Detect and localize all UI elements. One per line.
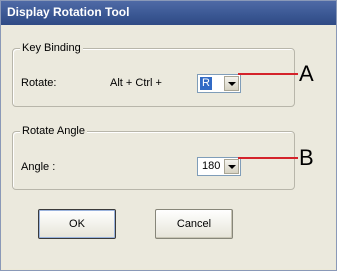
- dialog-window: Display Rotation Tool Key Binding Rotate…: [0, 0, 337, 271]
- callout-a-line: [238, 73, 298, 75]
- angle-select-value: 180: [202, 160, 221, 172]
- ok-button[interactable]: OK: [38, 209, 116, 239]
- window-title: Display Rotation Tool: [7, 5, 130, 19]
- angle-label: Angle :: [21, 161, 56, 173]
- key-binding-legend: Key Binding: [20, 41, 83, 55]
- key-select[interactable]: R: [197, 74, 241, 93]
- chevron-down-icon[interactable]: [224, 159, 239, 174]
- callout-a-label: A: [299, 61, 314, 86]
- key-select-value: R: [200, 77, 212, 90]
- rotate-label: Rotate:: [21, 77, 57, 89]
- callout-b-label: B: [299, 145, 314, 170]
- key-binding-group: Key Binding Rotate: Alt + Ctrl + R: [12, 41, 295, 107]
- modifier-keys-label: Alt + Ctrl +: [110, 77, 162, 89]
- cancel-button[interactable]: Cancel: [155, 209, 233, 239]
- rotate-angle-legend: Rotate Angle: [20, 124, 87, 138]
- angle-select[interactable]: 180: [197, 157, 241, 176]
- title-bar[interactable]: Display Rotation Tool: [1, 1, 336, 25]
- callout-b-line: [238, 157, 298, 159]
- rotate-angle-group: Rotate Angle Angle : 180: [12, 124, 295, 190]
- dialog-client-area: Key Binding Rotate: Alt + Ctrl + R Rotat…: [2, 25, 335, 269]
- chevron-down-icon[interactable]: [224, 76, 239, 91]
